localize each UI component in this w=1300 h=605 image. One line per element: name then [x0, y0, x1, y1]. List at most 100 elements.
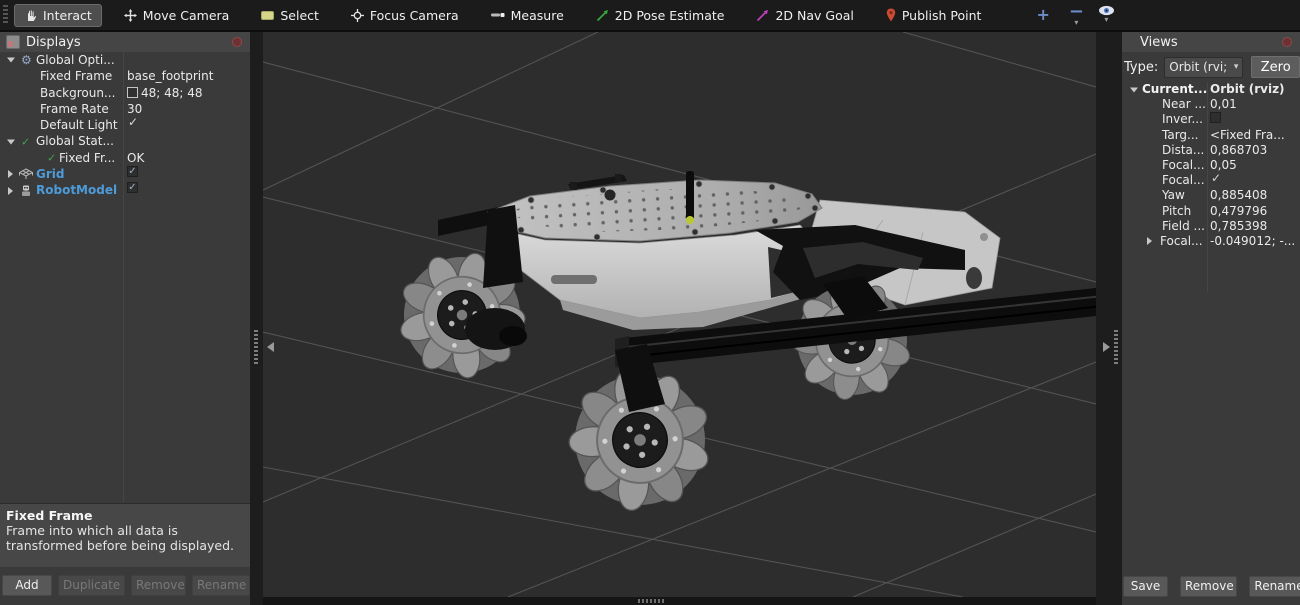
- expander-icon[interactable]: [1130, 87, 1138, 92]
- views-panel: Views Type: Orbit (rvi; ▾ Zero Current..…: [1122, 32, 1300, 605]
- tool-2d-pose-estimate[interactable]: 2D Pose Estimate: [586, 4, 735, 27]
- row-value[interactable]: [1210, 112, 1221, 123]
- view-row-near-clip[interactable]: Near ... 0,01: [1122, 97, 1300, 112]
- tool-label: Publish Point: [902, 8, 982, 23]
- pin-icon: [886, 8, 896, 22]
- row-label: Targ...: [1162, 128, 1198, 143]
- display-row-background[interactable]: Backgroun... 48; 48; 48: [0, 85, 250, 101]
- tool-2d-nav-goal[interactable]: 2D Nav Goal: [746, 4, 863, 27]
- views-button-row: Save Remove Rename: [1123, 576, 1300, 597]
- row-value[interactable]: 0,01: [1210, 97, 1237, 112]
- view-type-row: Type: Orbit (rvi; ▾ Zero: [1122, 54, 1300, 80]
- toolbar: Interact Move Camera Select Focus Camera: [0, 0, 1300, 32]
- help-text: Frame into which all data is: [6, 523, 244, 538]
- checkbox-checked-icon[interactable]: ✓: [127, 117, 138, 128]
- view-row-invert-z[interactable]: Inver...: [1122, 112, 1300, 127]
- row-value[interactable]: base_footprint: [127, 68, 213, 84]
- display-row-fixed-frame-status[interactable]: ✓ Fixed Fr... OK: [0, 150, 250, 166]
- tool-visibility-button[interactable]: ▾: [1098, 5, 1115, 23]
- splitter-grip[interactable]: [1114, 330, 1118, 366]
- row-value[interactable]: 0,479796: [1210, 204, 1267, 219]
- row-label: Focal...: [1162, 158, 1205, 173]
- 3d-viewport[interactable]: [263, 32, 1096, 597]
- rename-view-button[interactable]: Rename: [1249, 576, 1300, 597]
- display-row-frame-rate[interactable]: Frame Rate 30: [0, 101, 250, 117]
- row-value[interactable]: <Fixed Fra...: [1210, 128, 1285, 143]
- chevron-down-icon: ▾: [1074, 20, 1078, 26]
- bottom-panel-splitter[interactable]: [263, 597, 1096, 605]
- checkbox-unchecked-icon[interactable]: [1210, 112, 1221, 123]
- row-value[interactable]: ✓: [127, 117, 138, 128]
- rename-button[interactable]: Rename: [192, 575, 250, 596]
- add-button[interactable]: Add: [2, 575, 52, 596]
- row-value[interactable]: 0,885408: [1210, 188, 1267, 203]
- row-value[interactable]: 48; 48; 48: [127, 85, 203, 101]
- tool-move-camera[interactable]: Move Camera: [114, 4, 240, 27]
- right-panel-splitter[interactable]: [1096, 32, 1122, 605]
- row-label: Focal...: [1160, 234, 1203, 249]
- view-row-focal-point[interactable]: Focal... -0.049012; -...: [1122, 234, 1300, 249]
- expander-icon[interactable]: [8, 187, 13, 195]
- tool-publish-point[interactable]: Publish Point: [876, 4, 992, 27]
- view-row-pitch[interactable]: Pitch 0,479796: [1122, 204, 1300, 219]
- remove-view-button[interactable]: Remove: [1180, 576, 1237, 597]
- tool-measure[interactable]: Measure: [481, 4, 574, 27]
- display-row-default-light[interactable]: Default Light ✓: [0, 117, 250, 133]
- expander-icon[interactable]: [1147, 237, 1152, 245]
- row-label: RobotModel: [36, 182, 117, 198]
- plus-icon: +: [1036, 6, 1049, 24]
- view-row-yaw[interactable]: Yaw 0,885408: [1122, 188, 1300, 203]
- toolbar-drag-handle[interactable]: [3, 5, 8, 25]
- view-row-distance[interactable]: Dista... 0,868703: [1122, 143, 1300, 158]
- splitter-grip[interactable]: [638, 599, 664, 603]
- row-value[interactable]: ✓: [1210, 173, 1221, 184]
- expander-icon[interactable]: [7, 139, 15, 144]
- view-type-dropdown[interactable]: Orbit (rvi; ▾: [1164, 57, 1243, 78]
- expander-icon[interactable]: [8, 170, 13, 178]
- row-label: Field ...: [1162, 219, 1205, 234]
- close-icon[interactable]: [1282, 37, 1292, 47]
- remove-button[interactable]: Remove: [131, 575, 186, 596]
- status-ok-check-icon: ✓: [47, 152, 56, 163]
- expander-icon[interactable]: [7, 58, 15, 63]
- display-row-global-status[interactable]: ✓ Global Stat...: [0, 133, 250, 149]
- checkbox-checked-icon[interactable]: ✓: [127, 182, 138, 193]
- zero-button[interactable]: Zero: [1251, 56, 1300, 78]
- gear-icon: ⚙: [21, 54, 32, 66]
- collapse-right-panel-icon[interactable]: [1103, 342, 1110, 352]
- color-value: 48; 48; 48: [141, 85, 203, 101]
- splitter-grip[interactable]: [254, 330, 258, 366]
- row-value[interactable]: ✓: [127, 182, 138, 193]
- add-tool-button[interactable]: +: [1031, 5, 1054, 25]
- checkbox-checked-icon[interactable]: ✓: [127, 166, 138, 177]
- display-row-grid[interactable]: Grid ✓: [0, 166, 250, 182]
- view-row-current[interactable]: Current... Orbit (rviz): [1122, 82, 1300, 97]
- help-text: transformed before being displayed.: [6, 538, 244, 553]
- tool-select[interactable]: Select: [251, 4, 329, 27]
- display-row-robotmodel[interactable]: RobotModel ✓: [0, 182, 250, 198]
- view-row-focal-shape-fixed[interactable]: Focal... ✓: [1122, 173, 1300, 188]
- display-row-fixed-frame[interactable]: Fixed Frame base_footprint: [0, 68, 250, 84]
- focus-icon: [351, 9, 364, 22]
- collapse-left-panel-icon[interactable]: [267, 342, 274, 352]
- view-row-target-frame[interactable]: Targ... <Fixed Fra...: [1122, 128, 1300, 143]
- row-value[interactable]: 0,868703: [1210, 143, 1267, 158]
- tool-focus-camera[interactable]: Focus Camera: [341, 4, 469, 27]
- row-value[interactable]: ✓: [127, 166, 138, 177]
- row-value[interactable]: -0.049012; -...: [1210, 234, 1295, 249]
- left-panel-splitter[interactable]: [250, 32, 263, 605]
- robot-icon: [20, 184, 32, 197]
- checkbox-checked-icon[interactable]: ✓: [1210, 173, 1221, 184]
- row-value: OK: [127, 150, 144, 166]
- duplicate-button[interactable]: Duplicate: [58, 575, 125, 596]
- remove-tool-button[interactable]: − ▾: [1069, 5, 1084, 26]
- color-swatch[interactable]: [127, 87, 138, 98]
- display-row-global-options[interactable]: ⚙ Global Opti...: [0, 52, 250, 68]
- displays-panel-titlebar[interactable]: Displays: [0, 32, 250, 52]
- save-view-button[interactable]: Save: [1123, 576, 1168, 597]
- row-value[interactable]: 0,785398: [1210, 219, 1267, 234]
- view-row-field-of-view[interactable]: Field ... 0,785398: [1122, 219, 1300, 234]
- views-panel-titlebar[interactable]: Views: [1122, 32, 1300, 52]
- close-icon[interactable]: [232, 37, 242, 47]
- tool-interact[interactable]: Interact: [14, 4, 102, 27]
